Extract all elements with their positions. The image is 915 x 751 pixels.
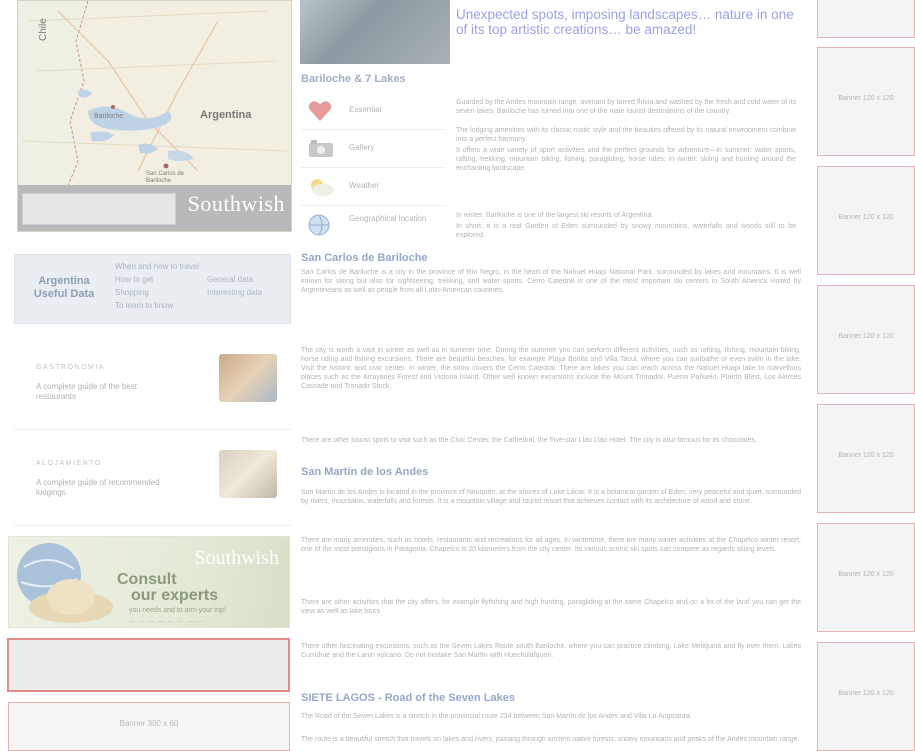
promo-description: A complete guide of the best restaurants bbox=[36, 382, 137, 401]
link-to-learn[interactable]: To learn to know bbox=[115, 300, 173, 312]
link-interesting-data[interactable]: Interesting data bbox=[207, 287, 262, 299]
san-carlos-paragraph: San Carlos de Bariloche is a city in the… bbox=[301, 269, 801, 294]
siete-lagos-heading: SIETE LAGOS - Road of the Seven Lakes bbox=[301, 692, 515, 704]
map-label-chile: Chile bbox=[38, 18, 49, 41]
globe-hat-icon bbox=[17, 543, 113, 623]
promo-lodging[interactable]: ALOJAMIENTO A complete guide of recommen… bbox=[14, 436, 291, 526]
consult-experts-banner[interactable]: Southwish Consult our experts you needs … bbox=[8, 536, 290, 628]
promo-description: A complete guide of recommended lodgings bbox=[36, 478, 160, 497]
heart-icon bbox=[308, 101, 332, 121]
hero-tagline: Unexpected spots, imposing landscapes… n… bbox=[456, 7, 794, 37]
san-martin-paragraph: There are other activities that the city… bbox=[301, 599, 801, 615]
map-label-argentina: Argentina bbox=[200, 109, 252, 121]
red-banner-slot[interactable] bbox=[7, 638, 290, 692]
san-martin-heading: San Martín de los Andes bbox=[301, 466, 429, 478]
right-banner[interactable]: Banner 120 x 120 bbox=[817, 166, 915, 275]
icon-row-label: Essential bbox=[349, 105, 382, 114]
san-carlos-paragraph: There are other tourist spots to visit s… bbox=[301, 437, 757, 444]
map-graphic bbox=[18, 1, 291, 191]
bariloche-heading: Bariloche & 7 Lakes bbox=[301, 73, 406, 85]
link-general-data[interactable]: General data bbox=[207, 274, 253, 286]
banner-label: Banner 120 x 120 bbox=[838, 690, 894, 697]
right-banner[interactable]: Banner 120 x 120 bbox=[817, 523, 915, 632]
lodging-image bbox=[219, 450, 277, 498]
link-weather[interactable]: Weather bbox=[301, 169, 446, 206]
banner-label: Banner 300 x 60 bbox=[119, 719, 179, 728]
map-footer: Southwish bbox=[18, 185, 291, 231]
argentina-useful-data: Argentina Useful Data When and how to tr… bbox=[14, 254, 291, 324]
san-carlos-paragraph: The city is worth a visit in winter as w… bbox=[301, 347, 801, 390]
consult-line2: our experts bbox=[131, 587, 219, 604]
promo-gastronomy[interactable]: GASTRONOMIA A complete guide of the best… bbox=[14, 340, 291, 430]
right-banner-top[interactable] bbox=[817, 0, 915, 38]
bariloche-paragraph: Guarded by the Andes mountain range, ave… bbox=[456, 99, 796, 115]
southwish-logo: Southwish bbox=[194, 547, 279, 569]
san-martin-paragraph: There are many amenities, such as hotels… bbox=[301, 537, 801, 553]
icon-row-label: Geographical location bbox=[349, 214, 427, 223]
right-banner[interactable]: Banner 120 x 120 bbox=[817, 642, 915, 751]
right-banner[interactable]: Banner 120 x 120 bbox=[817, 404, 915, 513]
icon-row-label: Gallery bbox=[349, 143, 375, 152]
camera-icon bbox=[309, 140, 333, 157]
bariloche-paragraph: In short: it is a real Garden of Eden su… bbox=[456, 223, 796, 239]
link-gallery[interactable]: Gallery bbox=[301, 131, 446, 168]
san-martin-paragraph: San Martín de los Andes is located in th… bbox=[301, 489, 801, 505]
consult-sub: — — — — — — — — bbox=[129, 619, 204, 625]
banner-label: Banner 120 x 120 bbox=[838, 333, 894, 340]
landscape-image bbox=[300, 0, 450, 64]
banner-label: Banner 120 x 120 bbox=[838, 95, 894, 102]
cloud-icon bbox=[311, 179, 334, 196]
siete-lagos-paragraph: The route is a beautiful stretch that tr… bbox=[301, 736, 800, 743]
link-geographical-location[interactable]: Geographical location bbox=[301, 207, 446, 244]
san-martin-paragraph: There other fascinating excursions, such… bbox=[301, 643, 801, 659]
right-banner[interactable]: Banner 120 x 120 bbox=[817, 47, 915, 156]
useful-data-title: Argentina Useful Data bbox=[33, 275, 95, 300]
banner-label: Banner 120 x 120 bbox=[838, 214, 894, 221]
bariloche-paragraph: In winter, Bariloche is one of the large… bbox=[456, 212, 654, 219]
right-banner[interactable]: Banner 120 x 120 bbox=[817, 285, 915, 394]
link-when-how-travel[interactable]: When and how to travel bbox=[115, 261, 199, 273]
san-carlos-heading: San Carlos de Bariloche bbox=[301, 252, 428, 264]
link-shopping[interactable]: Shopping bbox=[115, 287, 149, 299]
southwish-logo: Southwish bbox=[187, 191, 285, 216]
link-how-to-get[interactable]: How to get bbox=[115, 274, 153, 286]
icon-row-label: Weather bbox=[349, 181, 380, 190]
consult-tagline: you needs and to arm your trip! bbox=[129, 607, 226, 614]
banner-300x60[interactable]: Banner 300 x 60 bbox=[8, 702, 290, 751]
map-label-bariloche: Bariloche bbox=[94, 113, 124, 120]
promo-title: GASTRONOMIA bbox=[36, 364, 106, 371]
promo-title: ALOJAMIENTO bbox=[36, 460, 102, 467]
banner-label: Banner 120 x 120 bbox=[838, 452, 894, 459]
map-search-input[interactable] bbox=[22, 193, 176, 225]
bariloche-paragraph: It offers a wide variety of sport activi… bbox=[456, 147, 796, 172]
map-label-san-carlos: San Carlos de Bariloche bbox=[146, 171, 185, 184]
link-essential[interactable]: Essential bbox=[301, 93, 446, 130]
bariloche-paragraph: The lodging amenities with its classic r… bbox=[456, 127, 796, 143]
food-image bbox=[219, 354, 277, 402]
siete-lagos-paragraph: The Road of the Seven Lakes is a stretch… bbox=[301, 713, 692, 720]
banner-label: Banner 120 x 120 bbox=[838, 571, 894, 578]
region-map[interactable]: Chile Argentina Bariloche San Carlos de … bbox=[17, 0, 292, 232]
globe-icon bbox=[308, 214, 330, 236]
